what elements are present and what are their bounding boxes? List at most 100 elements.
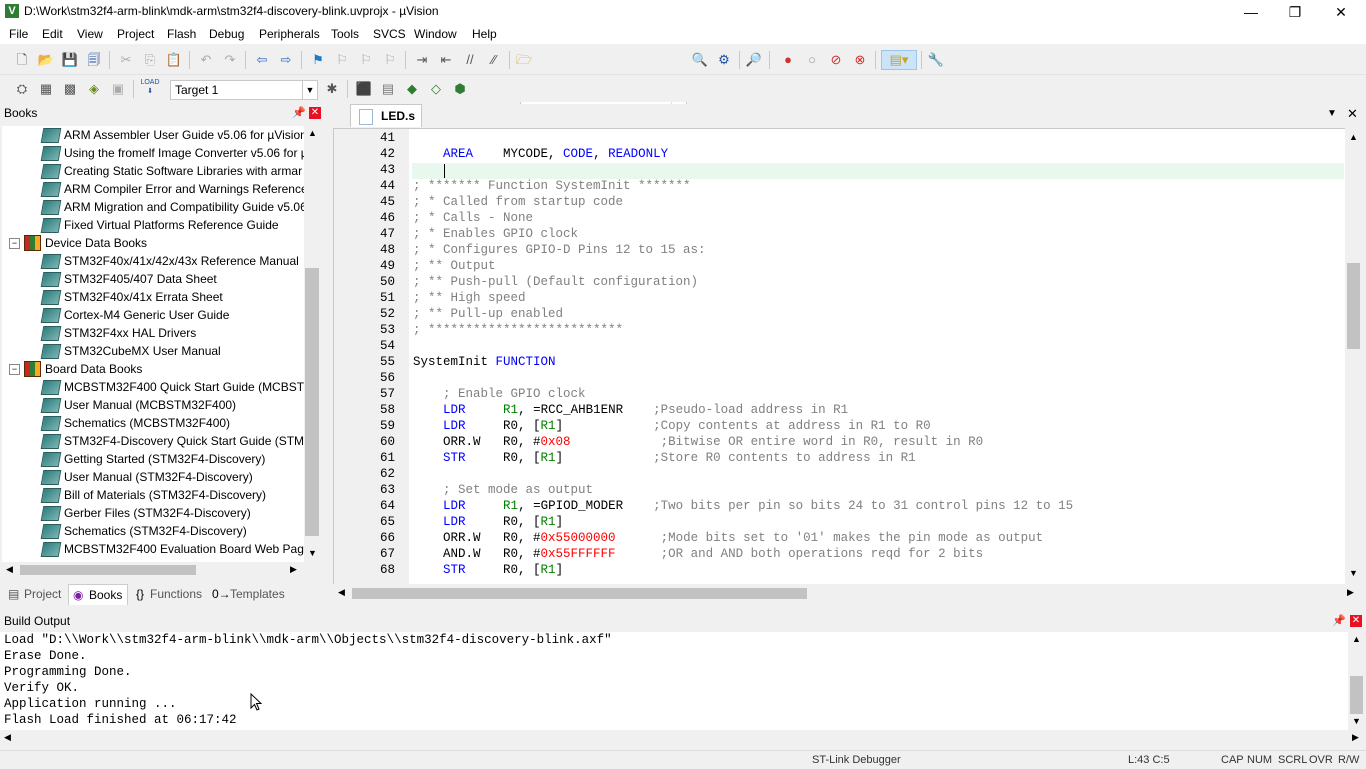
books-tree: ARM Assembler User Guide v5.06 for µVisi… — [2, 126, 320, 562]
menu-debug[interactable]: Debug — [209, 27, 244, 41]
start-debug-icon[interactable]: 🔎 — [745, 51, 763, 69]
menu-edit[interactable]: Edit — [42, 27, 63, 41]
close-panel-icon[interactable]: ✕ — [309, 107, 321, 119]
prev-bookmark-icon[interactable]: ⚐ — [333, 51, 351, 69]
menu-file[interactable]: File — [9, 27, 28, 41]
scroll-down-icon[interactable]: ▼ — [1352, 716, 1361, 726]
tab-project[interactable]: ▤ Project — [4, 584, 64, 604]
menu-window[interactable]: Window — [414, 27, 457, 41]
unindent-icon[interactable]: ⇤ — [437, 51, 455, 69]
menu-flash[interactable]: Flash — [167, 27, 196, 41]
manage-run-time-environment-icon[interactable]: ◆ — [403, 80, 421, 98]
insert-breakpoint-icon[interactable]: ● — [779, 51, 797, 69]
collapse-icon[interactable]: − — [9, 364, 20, 375]
build-icon[interactable]: ▦ — [37, 80, 55, 98]
close-button[interactable]: ✕ — [1318, 0, 1364, 24]
cut-icon[interactable]: ✂ — [117, 51, 135, 69]
scroll-right-icon[interactable]: ▶ — [1352, 732, 1359, 743]
scroll-up-icon[interactable]: ▲ — [1349, 132, 1358, 142]
tab-templates[interactable]: 0→ Templates — [210, 584, 286, 604]
books-scroll-thumb[interactable] — [305, 268, 319, 536]
save-icon[interactable]: 💾 — [61, 51, 79, 69]
pin-icon[interactable]: 📌 — [1332, 614, 1346, 627]
navigate-back-icon[interactable]: ⇦ — [253, 51, 271, 69]
translate-icon[interactable]: ⛭ — [13, 80, 31, 98]
menu-help[interactable]: Help — [472, 27, 497, 41]
close-editor-icon[interactable]: ✕ — [1347, 106, 1358, 122]
scroll-right-icon[interactable]: ▶ — [1347, 587, 1354, 598]
project-icon: ▤ — [8, 587, 20, 601]
find-icon[interactable]: 🔍 — [691, 51, 709, 69]
save-all-icon[interactable]: 🗐 — [85, 51, 103, 69]
book-icon — [40, 380, 62, 395]
enable-breakpoint-icon[interactable]: ○ — [803, 51, 821, 69]
file-toolbar: 🗋 📂 💾 🗐 ✂ ⎘ 📋 ↶ ↷ ⇦ ⇨ ⚑ ⚐ ⚐ ⚐ ⇥ ⇤ // ⁄⁄ … — [0, 46, 1366, 117]
output-scroll-thumb[interactable] — [1350, 676, 1363, 714]
next-bookmark-icon[interactable]: ⚐ — [357, 51, 375, 69]
window-layout-icon[interactable]: ▤▾ — [881, 50, 917, 70]
scroll-down-icon[interactable]: ▼ — [308, 548, 317, 558]
manage-project-items-icon[interactable]: ⬛ — [355, 80, 373, 98]
open-file-icon[interactable]: 📂 — [37, 51, 55, 69]
component-icon[interactable]: ⬢ — [451, 80, 469, 98]
menu-view[interactable]: View — [77, 27, 103, 41]
incremental-find-icon[interactable]: ⚙ — [715, 51, 733, 69]
menu-project[interactable]: Project — [117, 27, 154, 41]
tab-led-s[interactable]: LED.s — [350, 104, 422, 127]
collapse-icon[interactable]: − — [9, 238, 20, 249]
tab-functions[interactable]: {} Functions — [132, 584, 206, 604]
editor-scroll-thumb[interactable] — [1347, 263, 1360, 349]
scroll-up-icon[interactable]: ▲ — [308, 128, 317, 138]
find-in-files-icon[interactable]: 🗁 — [515, 51, 533, 69]
copy-icon[interactable]: ⎘ — [141, 51, 159, 69]
scroll-left-icon[interactable]: ◀ — [4, 732, 11, 743]
menu-svcs[interactable]: SVCS — [373, 27, 406, 41]
scroll-down-icon[interactable]: ▼ — [1349, 568, 1358, 578]
comment-icon[interactable]: // — [461, 51, 479, 69]
clear-bookmarks-icon[interactable]: ⚐ — [381, 51, 399, 69]
menu-tools[interactable]: Tools — [331, 27, 359, 41]
build-output-text[interactable]: Load "D:\\Work\\stm32f4-arm-blink\\mdk-a… — [0, 632, 1348, 730]
chevron-down-icon[interactable]: ▼ — [302, 81, 317, 99]
pack-installer-icon[interactable]: ◇ — [427, 80, 445, 98]
target-select[interactable]: Target 1 ▼ — [170, 80, 318, 100]
book-icon — [40, 218, 62, 233]
build-output-header: Build Output 📌 ✕ — [0, 612, 1366, 630]
books-hscroll-thumb[interactable] — [20, 565, 196, 575]
select-software-packs-icon[interactable]: ▤ — [379, 80, 397, 98]
close-panel-icon[interactable]: ✕ — [1350, 615, 1362, 627]
tree-item-label: STM32F40x/41x Errata Sheet — [64, 290, 223, 304]
output-horizontal-scrollbar[interactable]: ◀ ▶ — [0, 730, 1366, 746]
target-options-icon[interactable]: ✱ — [323, 80, 341, 98]
undo-icon[interactable]: ↶ — [197, 51, 215, 69]
load-download-icon[interactable]: LOAD ⬇ — [140, 78, 160, 100]
editor-hscroll-thumb[interactable] — [352, 588, 807, 599]
bookmark-icon[interactable]: ⚑ — [309, 51, 327, 69]
rebuild-icon[interactable]: ▩ — [61, 80, 79, 98]
configure-icon[interactable]: 🔧 — [927, 51, 945, 69]
tree-item-label: ARM Migration and Compatibility Guide v5… — [64, 200, 307, 214]
batch-build-icon[interactable]: ◈ — [85, 80, 103, 98]
kill-all-breakpoints-icon[interactable]: ⊗ — [851, 51, 869, 69]
stop-build-icon[interactable]: ▣ — [109, 80, 127, 98]
menu-peripherals[interactable]: Peripherals — [259, 27, 320, 41]
uncomment-icon[interactable]: ⁄⁄ — [485, 51, 503, 69]
scroll-left-icon[interactable]: ◀ — [6, 564, 13, 575]
code-editor[interactable]: 41 42 43 44 45 46 47 48 49 50 51 52 53 54 55 56 57 58 59 60… — [333, 128, 1347, 586]
minimize-button[interactable]: — — [1228, 0, 1274, 24]
scroll-left-icon[interactable]: ◀ — [338, 587, 345, 598]
tab-books[interactable]: ◉ Books — [68, 584, 128, 605]
code-line-text: ; Enable GPIO clock — [443, 387, 586, 401]
paste-icon[interactable]: 📋 — [165, 51, 183, 69]
indent-icon[interactable]: ⇥ — [413, 51, 431, 69]
chevron-down-icon[interactable]: ▼ — [1327, 108, 1337, 119]
pin-icon[interactable]: 📌 — [292, 106, 306, 119]
editor-vertical-scrollbar[interactable]: ▲ ▼ — [1345, 128, 1361, 584]
restore-button[interactable]: ❐ — [1272, 0, 1318, 24]
new-file-icon[interactable]: 🗋 — [13, 51, 31, 69]
scroll-right-icon[interactable]: ▶ — [290, 564, 297, 575]
scroll-up-icon[interactable]: ▲ — [1352, 634, 1361, 644]
disable-all-breakpoints-icon[interactable]: ⊘ — [827, 51, 845, 69]
redo-icon[interactable]: ↷ — [221, 51, 239, 69]
navigate-forward-icon[interactable]: ⇨ — [277, 51, 295, 69]
